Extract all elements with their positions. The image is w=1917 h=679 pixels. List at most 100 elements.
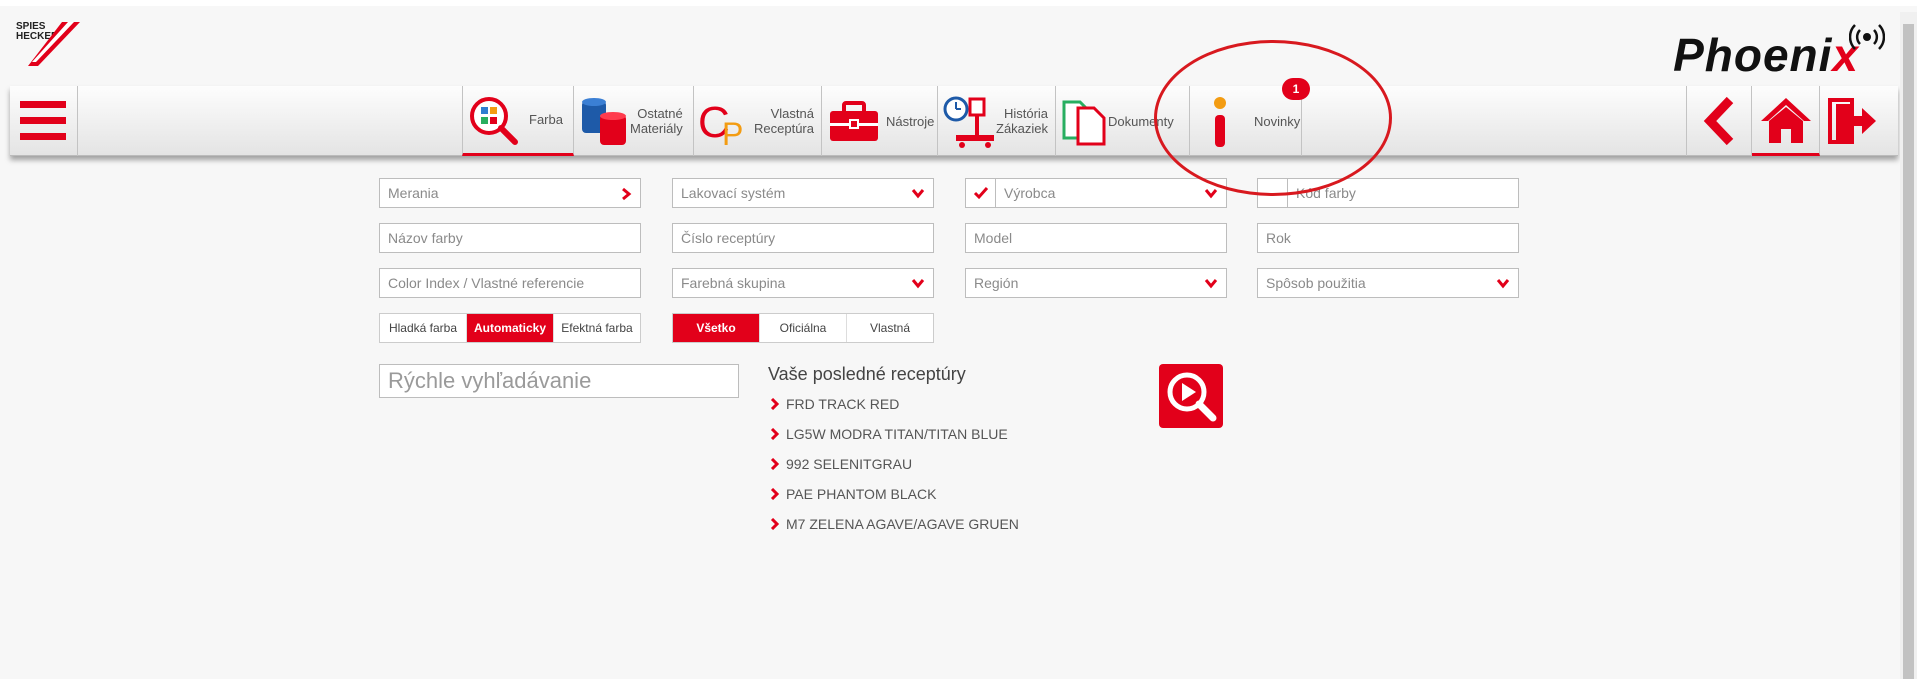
chevron-right-icon — [770, 518, 780, 530]
recent-recipes-title: Vaše posledné receptúry — [768, 364, 966, 384]
app-window: SPIES HECKER Phoenix Farba Ostatné Mater… — [0, 0, 1917, 679]
recent-item-label: 992 SELENITGRAU — [786, 456, 913, 472]
recent-item[interactable]: 992 SELENITGRAU — [770, 456, 912, 472]
nav-ostatne-label-2: Materiály — [630, 121, 683, 136]
main-navbar: Farba Ostatné Materiály C P Vlastná Recept… — [10, 86, 1898, 156]
nav-dokumenty[interactable]: Dokumenty — [1056, 86, 1190, 156]
color-index-field[interactable]: Color Index / Vlastné referencie — [379, 268, 641, 298]
toolbox-icon — [830, 101, 878, 141]
nav-nastroje-label: Nástroje — [886, 113, 935, 129]
novinky-badge: 1 — [1282, 78, 1310, 100]
nav-novinky-label: Novinky — [1254, 113, 1301, 129]
model-placeholder: Model — [974, 230, 1013, 246]
recent-item-label: FRD TRACK RED — [786, 396, 900, 412]
phoenix-logo: Phoenix — [1673, 28, 1859, 82]
nazov-farby-field[interactable]: Názov farby — [379, 223, 641, 253]
lakovaci-placeholder: Lakovací systém — [681, 185, 786, 201]
chevron-down-icon — [1204, 189, 1218, 199]
chevron-right-icon — [770, 398, 780, 410]
cp-icon: C P — [698, 98, 743, 147]
region-select[interactable]: Región — [965, 268, 1227, 298]
signal-icon — [1849, 24, 1885, 50]
chevron-down-icon — [1204, 279, 1218, 289]
farebna-placeholder: Farebná skupina — [681, 275, 786, 291]
chevron-right-icon — [770, 488, 780, 500]
check-icon — [973, 187, 988, 200]
history-scale-icon — [943, 96, 994, 148]
option-vlastna[interactable]: Vlastná — [847, 314, 933, 342]
logo-stripes-icon — [28, 22, 80, 66]
nav-vlastna-receptura[interactable]: C P Vlastná Receptúra — [694, 86, 822, 156]
sposob-pouzitia-select[interactable]: Spôsob použitia — [1257, 268, 1519, 298]
nav-nastroje[interactable]: Nástroje — [822, 86, 938, 156]
option-efektna[interactable]: Efektná farba — [554, 314, 640, 342]
vyrobca-check-toggle[interactable] — [966, 179, 996, 207]
vyrobca-placeholder: Výrobca — [1004, 185, 1056, 201]
logout-button[interactable] — [1820, 86, 1898, 156]
farebna-skupina-select[interactable]: Farebná skupina — [672, 268, 934, 298]
cislo-placeholder: Číslo receptúry — [681, 230, 776, 246]
cislo-receptury-field[interactable]: Číslo receptúry — [672, 223, 934, 253]
option-vsetko[interactable]: Všetko — [673, 314, 760, 342]
recent-item-label: PAE PHANTOM BLACK — [786, 486, 937, 502]
nav-vlastna-label-2: Receptúra — [754, 121, 814, 136]
option-automaticky[interactable]: Automaticky — [467, 314, 554, 342]
home-icon — [1761, 97, 1811, 143]
nav-historia-label-2: Zákaziek — [996, 121, 1049, 136]
chevron-right-icon — [622, 187, 632, 201]
nav-vlastna-label-1: Vlastná — [770, 106, 814, 121]
search-button[interactable] — [1159, 364, 1223, 428]
svg-text:P: P — [722, 116, 743, 147]
info-icon — [1214, 97, 1226, 147]
rok-field[interactable]: Rok — [1257, 223, 1519, 253]
rok-placeholder: Rok — [1266, 230, 1291, 246]
nav-farba[interactable]: Farba — [462, 86, 574, 156]
recent-item[interactable]: PAE PHANTOM BLACK — [770, 486, 936, 502]
model-field[interactable]: Model — [965, 223, 1227, 253]
option-hladka[interactable]: Hladká farba — [380, 314, 467, 342]
nazov-placeholder: Názov farby — [388, 230, 463, 246]
chevron-right-icon — [770, 458, 780, 470]
recent-item[interactable]: M7 ZELENA AGAVE/AGAVE GRUEN — [770, 516, 1019, 532]
chevron-down-icon — [1496, 279, 1510, 289]
menu-button[interactable] — [10, 86, 78, 156]
farba-search-icon — [470, 96, 518, 145]
chevron-down-icon — [911, 279, 925, 289]
recent-item[interactable]: FRD TRACK RED — [770, 396, 899, 412]
option-oficialna[interactable]: Oficiálna — [760, 314, 847, 342]
nav-historia-label-1: História — [1003, 106, 1049, 121]
kod-placeholder: Kód farby — [1296, 185, 1356, 201]
nav-farba-label: Farba — [529, 112, 563, 127]
merania-field[interactable]: Merania — [379, 178, 641, 208]
spies-hecker-logo: SPIES HECKER — [16, 22, 80, 78]
finish-type-toggle: Hladká farba Automaticky Efektná farba — [379, 313, 641, 343]
region-placeholder: Región — [974, 275, 1019, 291]
nav-ostatne-label: Ostatné Materiály — [630, 106, 683, 136]
recent-item[interactable]: LG5W MODRA TITAN/TITAN BLUE — [770, 426, 1008, 442]
back-button[interactable] — [1686, 86, 1752, 156]
nav-dokumenty-label: Dokumenty — [1108, 113, 1174, 129]
cans-icon — [582, 98, 626, 145]
nav-ostatne-materialy[interactable]: Ostatné Materiály — [574, 86, 694, 156]
merania-placeholder: Merania — [388, 185, 439, 201]
chevron-down-icon — [911, 189, 925, 199]
quick-search-input[interactable]: Rýchle vyhľadávanie — [379, 364, 739, 398]
scrollbar-thumb[interactable] — [1903, 24, 1914, 679]
brand-main: Phoeni — [1673, 29, 1833, 81]
color-index-placeholder: Color Index / Vlastné referencie — [388, 275, 585, 291]
recent-item-label: M7 ZELENA AGAVE/AGAVE GRUEN — [786, 516, 1019, 532]
kod-farby-field[interactable]: Kód farby — [1257, 178, 1519, 208]
vyrobca-select[interactable]: Výrobca — [965, 178, 1227, 208]
home-button[interactable] — [1752, 86, 1820, 156]
chevron-left-icon — [1703, 96, 1734, 146]
sposob-placeholder: Spôsob použitia — [1266, 275, 1366, 291]
lakovaci-system-select[interactable]: Lakovací systém — [672, 178, 934, 208]
quick-search-placeholder: Rýchle vyhľadávanie — [388, 368, 592, 393]
kod-checkbox[interactable] — [1258, 179, 1288, 207]
documents-icon — [1062, 100, 1106, 146]
search-play-icon — [1167, 372, 1217, 422]
ownership-toggle: Všetko Oficiálna Vlastná — [672, 313, 934, 343]
nav-ostatne-label-1: Ostatné — [637, 106, 683, 121]
nav-historia-zakaziek[interactable]: História Zákaziek — [938, 86, 1056, 156]
chevron-right-icon — [770, 428, 780, 440]
